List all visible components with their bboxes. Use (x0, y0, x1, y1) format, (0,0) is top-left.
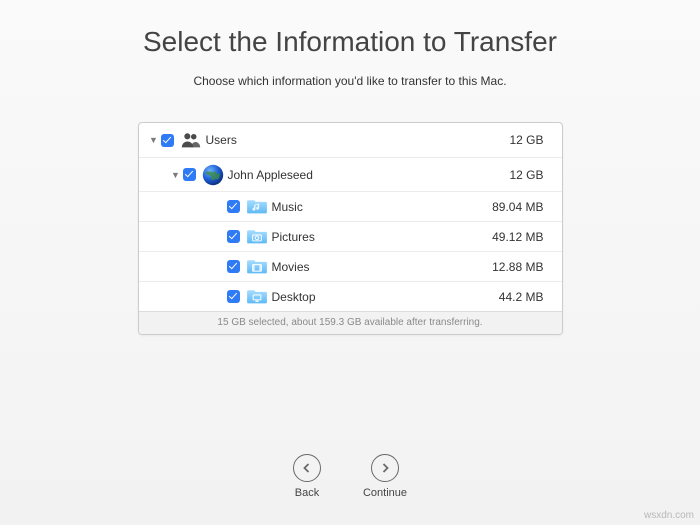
size-movies: 12.88 MB (492, 260, 561, 274)
continue-label: Continue (363, 487, 407, 499)
label-user: John Appleseed (228, 168, 510, 182)
checkbox-pictures[interactable] (227, 230, 240, 243)
checkbox-desktop[interactable] (227, 290, 240, 303)
checkbox-movies[interactable] (227, 260, 240, 273)
users-icon (180, 130, 202, 150)
tree-row-desktop[interactable]: ▼ Desktop 44.2 MB (139, 281, 562, 311)
checkbox-music[interactable] (227, 200, 240, 213)
page-subtitle: Choose which information you'd like to t… (0, 74, 700, 88)
summary-bar: 15 GB selected, about 159.3 GB available… (139, 311, 562, 334)
disclosure-triangle[interactable]: ▼ (169, 170, 183, 180)
folder-movies-icon (246, 258, 268, 276)
transfer-tree: ▼ Users 12 GB ▼ (139, 123, 562, 311)
size-desktop: 44.2 MB (499, 290, 562, 304)
disclosure-triangle[interactable]: ▼ (147, 135, 161, 145)
folder-pictures-icon (246, 228, 268, 246)
size-music: 89.04 MB (492, 200, 561, 214)
label-desktop: Desktop (272, 290, 499, 304)
nav-buttons: Back Continue (0, 454, 700, 499)
back-label: Back (295, 487, 319, 499)
continue-arrow-icon (371, 454, 399, 482)
transfer-panel: ▼ Users 12 GB ▼ (138, 122, 563, 335)
back-button[interactable]: Back (293, 454, 321, 499)
folder-desktop-icon (246, 288, 268, 306)
checkbox-users[interactable] (161, 134, 174, 147)
tree-row-pictures[interactable]: ▼ Pictures 49.12 MB (139, 221, 562, 251)
checkbox-user[interactable] (183, 168, 196, 181)
page-title: Select the Information to Transfer (0, 0, 700, 58)
size-users: 12 GB (509, 133, 561, 147)
back-arrow-icon (293, 454, 321, 482)
label-music: Music (272, 200, 493, 214)
label-users: Users (206, 133, 510, 147)
size-user: 12 GB (509, 168, 561, 182)
folder-music-icon (246, 198, 268, 216)
watermark: wsxdn.com (644, 510, 694, 521)
tree-row-users[interactable]: ▼ Users 12 GB (139, 123, 562, 157)
size-pictures: 49.12 MB (492, 230, 561, 244)
label-movies: Movies (272, 260, 493, 274)
continue-button[interactable]: Continue (363, 454, 407, 499)
label-pictures: Pictures (272, 230, 493, 244)
tree-row-music[interactable]: ▼ Music 89.04 MB (139, 191, 562, 221)
tree-row-user[interactable]: ▼ John Appleseed 12 GB (139, 157, 562, 191)
tree-row-movies[interactable]: ▼ Movies 12.88 MB (139, 251, 562, 281)
globe-avatar-icon (202, 164, 224, 186)
